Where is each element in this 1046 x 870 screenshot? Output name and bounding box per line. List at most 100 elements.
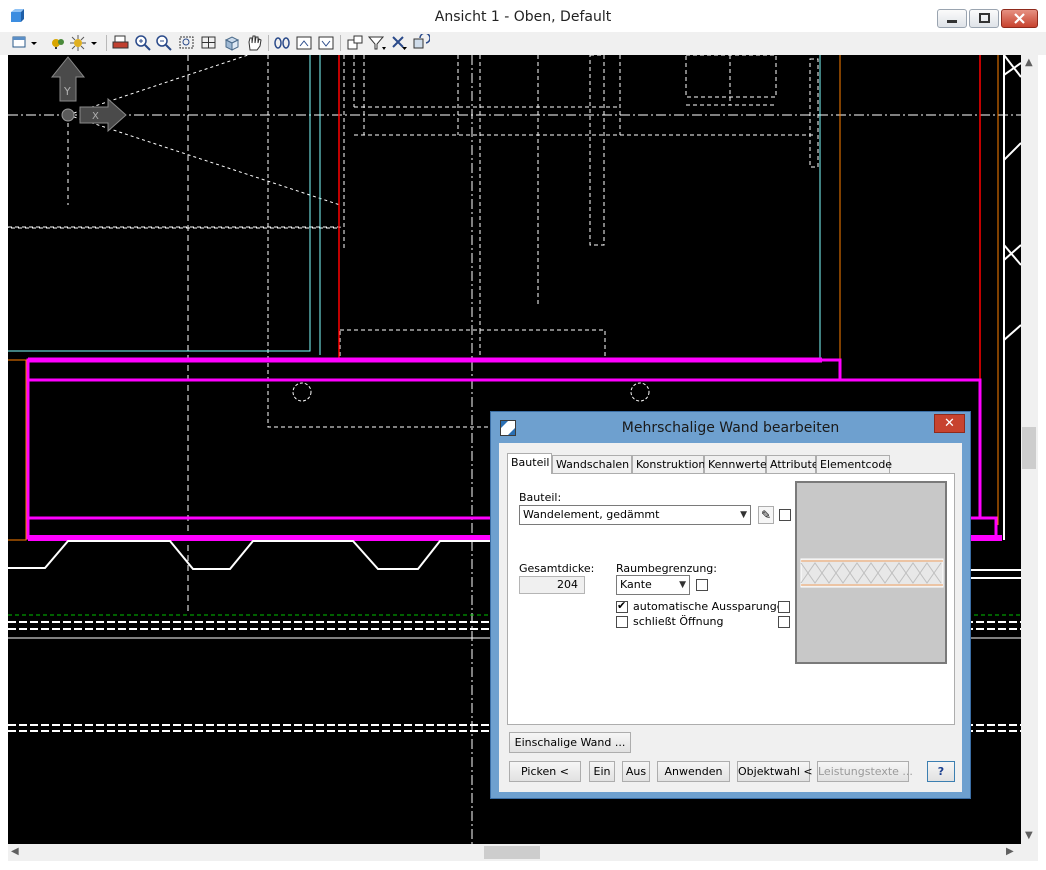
vertical-scrollbar[interactable]: ▲ ▼ — [1021, 55, 1038, 844]
walk-icon[interactable] — [272, 34, 292, 52]
scroll-up-icon[interactable]: ▲ — [1025, 57, 1033, 69]
svg-text:X: X — [92, 111, 99, 122]
scroll-right-icon[interactable]: ▶ — [1006, 846, 1014, 858]
chevron-down-icon: ▼ — [679, 580, 686, 590]
tab-elementcode[interactable]: Elementcode — [816, 455, 892, 473]
auto-aussparungen-label: automatische Aussparungen — [633, 600, 791, 613]
toolbar-separator — [106, 35, 107, 51]
print-icon[interactable] — [111, 34, 131, 52]
window-arrange-icon[interactable] — [345, 34, 365, 52]
tab-kennwerte[interactable]: Kennwerte — [704, 455, 767, 473]
dropdown-arrow-icon[interactable] — [88, 34, 100, 52]
picken-button[interactable]: Picken < — [509, 761, 581, 782]
restore-icon — [979, 13, 990, 23]
bauteil-panel: Bauteil: Wandelement, gedämmt ▼ ✎ Gesamt… — [507, 473, 955, 725]
minimize-icon — [947, 20, 957, 23]
dashed-line — [589, 55, 605, 246]
bauteil-label: Bauteil: — [519, 491, 562, 504]
view-toolbar — [0, 32, 1046, 55]
bauteil-checkbox[interactable] — [779, 509, 791, 521]
window-icon[interactable] — [10, 34, 30, 52]
wall-preview — [795, 481, 947, 664]
dropdown-arrow-icon[interactable] — [28, 34, 40, 52]
scroll-down-icon[interactable]: ▼ — [1025, 830, 1033, 842]
tab-attribute[interactable]: Attribute — [766, 455, 819, 473]
ein-button[interactable]: Ein — [589, 761, 615, 782]
schliesst-oeffnung-extra-checkbox[interactable] — [778, 616, 790, 628]
view-cone-line — [67, 55, 249, 116]
circle-marker — [630, 382, 650, 402]
title-bar: Ansicht 1 - Oben, Default — [0, 0, 1046, 32]
leistungstexte-button[interactable]: Leistungstexte ... — [817, 761, 913, 782]
bauteil-value: Wandelement, gedämmt — [523, 508, 660, 521]
view-navigator[interactable]: Y X — [50, 56, 127, 133]
pencil-icon: ✎ — [760, 508, 772, 522]
maximize-button[interactable] — [969, 9, 999, 28]
selection-icon[interactable] — [389, 34, 409, 52]
scroll-left-icon[interactable]: ◀ — [11, 846, 19, 858]
dashed-line — [8, 226, 341, 229]
gesamtdicke-field: 204 — [519, 576, 585, 594]
objektwahl-button[interactable]: Objektwahl < — [737, 761, 813, 782]
horizontal-scroll-thumb[interactable] — [484, 846, 540, 859]
previous-view-icon[interactable] — [294, 34, 314, 52]
scrollbar-corner — [1021, 844, 1038, 861]
horizontal-scrollbar[interactable]: ◀ ▶ — [8, 844, 1021, 861]
profile-line — [1003, 75, 1021, 163]
raumbegrenzung-value: Kante — [620, 578, 652, 591]
tab-wandschalen[interactable]: Wandschalen — [552, 455, 632, 473]
sun-icon[interactable] — [68, 34, 88, 52]
next-view-icon[interactable] — [316, 34, 336, 52]
wall-element[interactable] — [26, 358, 842, 382]
vertical-scroll-thumb[interactable] — [1022, 427, 1036, 469]
window-title: Ansicht 1 - Oben, Default — [434, 9, 612, 25]
edit-pencil-button[interactable]: ✎ — [758, 506, 774, 524]
refresh-icon[interactable] — [410, 34, 430, 52]
filter-icon[interactable] — [367, 34, 387, 52]
einschalige-wand-button[interactable]: Einschalige Wand ... — [509, 732, 631, 753]
toolbar-separator — [268, 35, 269, 51]
bauteil-select[interactable]: Wandelement, gedämmt ▼ — [519, 505, 751, 525]
cad-window: Ansicht 1 - Oben, Default Y X ▲ ▼ ◀ ▶ Me… — [0, 0, 1046, 870]
dialog-close-button[interactable]: ✕ — [934, 414, 965, 433]
zoom-in-icon[interactable] — [133, 34, 153, 52]
auto-aussparungen-checkbox[interactable] — [616, 599, 628, 613]
zoom-all-icon[interactable] — [199, 34, 219, 52]
zoom-out-icon[interactable] — [154, 34, 174, 52]
toolbar-separator — [340, 35, 341, 51]
anwenden-button[interactable]: Anwenden — [657, 761, 730, 782]
layers-icon[interactable] — [48, 34, 68, 52]
close-button[interactable] — [1001, 9, 1038, 28]
schliesst-oeffnung-checkbox[interactable] — [616, 616, 628, 628]
aus-button[interactable]: Aus — [622, 761, 650, 782]
dialog-body: Bauteil Wandschalen Konstruktion Kennwer… — [499, 443, 962, 792]
wall-section-preview — [800, 558, 944, 588]
raumbegrenzung-select[interactable]: Kante ▼ — [616, 575, 690, 595]
dashed-line — [267, 55, 498, 428]
circle-marker — [292, 382, 312, 402]
auto-aussparungen-extra-checkbox[interactable] — [778, 601, 790, 613]
help-button[interactable]: ? — [927, 761, 955, 782]
dialog-title: Mehrschalige Wand bearbeiten — [621, 420, 840, 436]
svg-text:Y: Y — [63, 85, 71, 98]
dashed-line — [809, 58, 819, 168]
zoom-window-icon[interactable] — [177, 34, 197, 52]
profile-line — [1003, 260, 1021, 343]
raumbegrenzung-checkbox[interactable] — [696, 579, 708, 591]
close-icon: ✕ — [944, 416, 955, 431]
pan-hand-icon[interactable] — [244, 34, 264, 52]
minimize-button[interactable] — [937, 9, 967, 28]
dashed-line — [685, 55, 777, 98]
edit-wall-dialog: Mehrschalige Wand bearbeiten ✕ Bauteil W… — [490, 411, 971, 799]
cyan-line — [8, 55, 311, 352]
orange-line — [8, 359, 27, 541]
view-cube-icon[interactable] — [222, 34, 242, 52]
chevron-down-icon: ▼ — [740, 510, 747, 520]
tab-bauteil[interactable]: Bauteil — [507, 453, 552, 474]
close-icon — [1014, 13, 1025, 24]
raumbegrenzung-label: Raumbegrenzung: — [616, 562, 717, 575]
trapezoid-profile — [8, 540, 498, 570]
tab-konstruktion[interactable]: Konstruktion — [632, 455, 705, 473]
gesamtdicke-label: Gesamtdicke: — [519, 562, 595, 575]
schliesst-oeffnung-label: schließt Öffnung — [633, 615, 724, 628]
